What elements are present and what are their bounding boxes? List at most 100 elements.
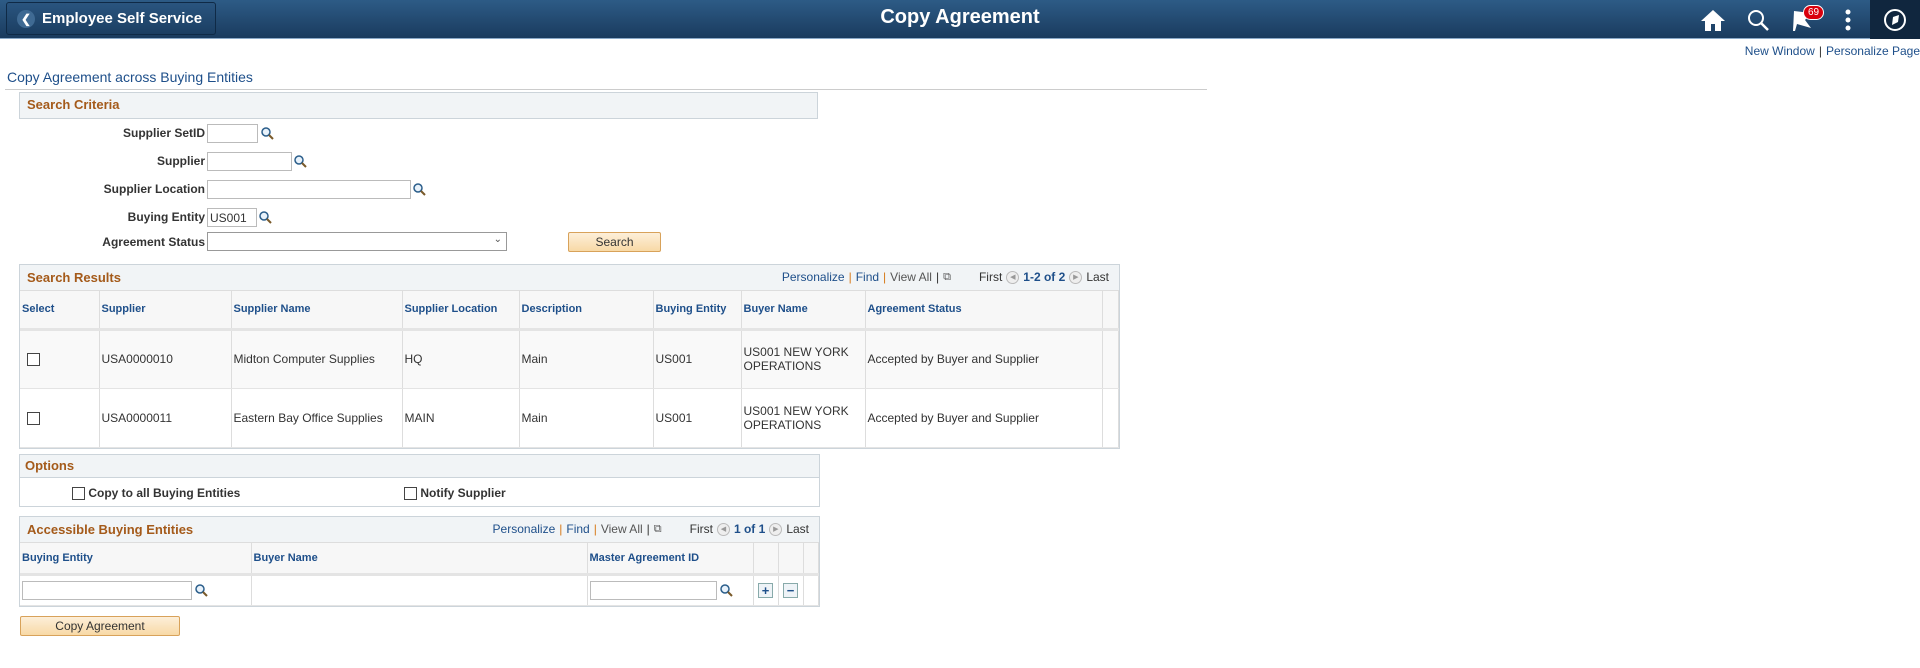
col-supplier: Supplier xyxy=(99,291,232,331)
notifications-button[interactable]: 69 xyxy=(1780,0,1825,39)
status-cell: Accepted by Buyer and Supplier xyxy=(865,329,1103,389)
supplier-setid-label: Supplier SetID xyxy=(122,126,205,140)
col-spacer xyxy=(1102,291,1119,331)
options-header: Options xyxy=(20,455,819,478)
select-checkbox[interactable] xyxy=(27,353,40,367)
copy-to-all-checkbox[interactable] xyxy=(72,487,85,501)
download-icon[interactable]: ⧉ xyxy=(943,271,951,284)
master-agreement-lookup-icon[interactable] xyxy=(720,584,733,598)
search-button[interactable]: Search xyxy=(568,232,661,252)
first-label: First xyxy=(689,522,713,536)
accessible-entities-title: Accessible Buying Entities xyxy=(27,522,194,537)
personalize-link[interactable]: Personalize xyxy=(493,522,556,536)
next-icon[interactable]: ▶ xyxy=(769,522,783,536)
personalize-link[interactable]: Personalize xyxy=(782,270,845,284)
notification-badge: 69 xyxy=(1803,5,1825,20)
back-button-label: Employee Self Service xyxy=(42,10,203,27)
search-button[interactable] xyxy=(1735,0,1780,39)
header-banner: ❮ Employee Self Service Copy Agreement 6… xyxy=(0,0,1920,39)
buyer-name-cell: US001 NEW YORK OPERATIONS xyxy=(741,329,866,389)
add-row-icon[interactable]: + xyxy=(758,582,773,598)
previous-icon[interactable]: ◀ xyxy=(1006,270,1020,284)
page-header-title: Copy Agreement xyxy=(880,6,1040,28)
table-row: + − xyxy=(20,574,819,606)
supplier-location-input[interactable] xyxy=(207,180,411,199)
find-link[interactable]: Find xyxy=(856,270,879,284)
options-section: Options Copy to all Buying Entities Noti… xyxy=(19,454,820,507)
buyer-name-cell xyxy=(251,574,588,606)
supplier-name-cell: Midton Computer Supplies xyxy=(231,329,403,389)
personalize-page-link[interactable]: Personalize Page xyxy=(1826,44,1920,58)
back-button[interactable]: ❮ Employee Self Service xyxy=(6,2,216,35)
notify-supplier-option: Notify Supplier xyxy=(404,486,506,501)
view-all-link[interactable]: View All xyxy=(601,522,643,536)
search-icon xyxy=(1747,9,1769,31)
actions-menu-button[interactable] xyxy=(1825,0,1870,39)
master-agreement-id-input[interactable] xyxy=(589,580,717,600)
notify-supplier-label: Notify Supplier xyxy=(420,486,506,500)
buying-entity-lookup-icon[interactable] xyxy=(259,211,272,224)
download-icon[interactable]: ⧉ xyxy=(654,523,662,536)
description-cell: Main xyxy=(519,329,654,389)
title-divider xyxy=(5,89,1207,90)
col-supplier-name: Supplier Name xyxy=(231,291,403,331)
agreement-status-label: Agreement Status xyxy=(102,235,205,249)
supplier-label: Supplier xyxy=(156,154,205,168)
col-agreement-status: Agreement Status xyxy=(865,291,1103,331)
col-buyer-name: Buyer Name xyxy=(251,543,588,576)
supplier-location-label: Supplier Location xyxy=(103,182,205,196)
navbar-button[interactable] xyxy=(1870,0,1920,39)
col-buyer-name: Buyer Name xyxy=(741,291,866,331)
supplier-cell: USA0000010 xyxy=(99,329,232,389)
home-button[interactable] xyxy=(1690,0,1735,39)
row-range: 1-2 of 2 xyxy=(1023,270,1066,284)
copy-to-all-label: Copy to all Buying Entities xyxy=(88,486,241,500)
previous-icon[interactable]: ◀ xyxy=(716,522,730,536)
buying-entity-input[interactable] xyxy=(207,208,257,227)
location-cell: MAIN xyxy=(402,388,520,448)
buying-entity-row-lookup-icon[interactable] xyxy=(195,584,209,598)
agreement-status-select[interactable]: ⌄ xyxy=(207,232,507,251)
top-links: New Window | Personalize Page xyxy=(1744,44,1920,58)
view-all-link[interactable]: View All xyxy=(890,270,932,284)
buying-entity-label: Buying Entity xyxy=(127,210,205,224)
more-icon xyxy=(1845,9,1850,30)
last-label: Last xyxy=(1086,270,1109,284)
first-label: First xyxy=(978,270,1003,284)
search-results-grid: Search Results Personalize | Find | View A… xyxy=(19,264,1120,449)
col-select: Select xyxy=(20,291,100,331)
find-link[interactable]: Find xyxy=(566,522,589,536)
supplier-lookup-icon[interactable] xyxy=(294,155,307,168)
new-window-link[interactable]: New Window xyxy=(1745,44,1815,58)
navbar-icon xyxy=(1884,8,1906,31)
home-icon xyxy=(1700,9,1725,31)
row-range: 1 of 1 xyxy=(733,522,766,536)
last-label: Last xyxy=(786,522,809,536)
col-description: Description xyxy=(519,291,654,331)
col-supplier-location: Supplier Location xyxy=(402,291,520,331)
supplier-location-lookup-icon[interactable] xyxy=(413,183,426,196)
next-icon[interactable]: ▶ xyxy=(1069,270,1083,284)
search-criteria-header: Search Criteria xyxy=(19,92,818,119)
delete-row-icon[interactable]: − xyxy=(783,582,798,598)
chevron-down-icon: ⌄ xyxy=(493,234,502,245)
status-cell: Accepted by Buyer and Supplier xyxy=(865,388,1103,448)
supplier-setid-input[interactable] xyxy=(207,124,258,143)
search-results-title: Search Results xyxy=(27,270,121,285)
table-row: USA0000010 Midton Computer Supplies HQ M… xyxy=(20,329,1119,389)
buying-entity-cell: US001 xyxy=(653,329,742,389)
chevron-left-icon: ❮ xyxy=(17,9,35,28)
supplier-input[interactable] xyxy=(207,152,292,171)
table-row: USA0000011 Eastern Bay Office Supplies M… xyxy=(20,388,1119,448)
copy-agreement-button[interactable]: Copy Agreement xyxy=(20,616,180,636)
supplier-setid-lookup-icon[interactable] xyxy=(261,127,274,140)
location-cell: HQ xyxy=(402,329,520,389)
page-title: Copy Agreement across Buying Entities xyxy=(7,69,253,85)
notify-supplier-checkbox[interactable] xyxy=(404,487,417,501)
buying-entity-row-input[interactable] xyxy=(22,580,192,600)
col-buying-entity: Buying Entity xyxy=(653,291,742,331)
select-checkbox[interactable] xyxy=(27,411,40,425)
supplier-name-cell: Eastern Bay Office Supplies xyxy=(231,388,403,448)
copy-to-all-option: Copy to all Buying Entities xyxy=(72,486,241,501)
buying-entity-cell: US001 xyxy=(653,388,742,448)
